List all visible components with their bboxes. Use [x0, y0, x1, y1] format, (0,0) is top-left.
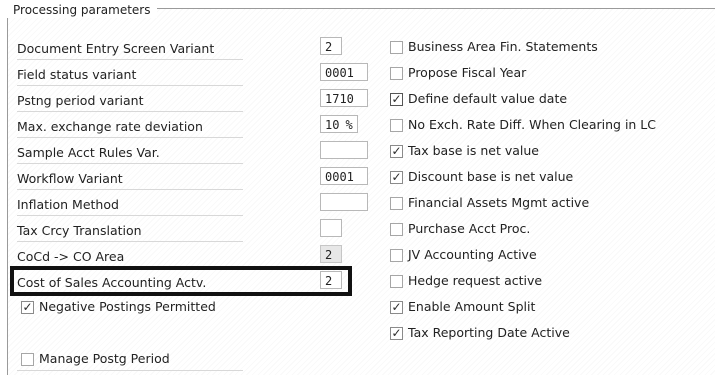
business-area-fin-statements-checkbox[interactable]: Business Area Fin. Statements — [390, 38, 598, 56]
empty-checkbox-icon — [390, 222, 403, 236]
checkbox-label: Business Area Fin. Statements — [408, 39, 598, 54]
checkbox-label: JV Accounting Active — [408, 247, 537, 262]
checkmark-icon: ✓ — [390, 144, 403, 158]
discount-base-is-net-value-checkbox[interactable]: ✓ Discount base is net value — [390, 168, 573, 186]
workflow-variant-field[interactable]: 0001 — [320, 167, 368, 185]
checkbox-label: Enable Amount Split — [408, 299, 536, 314]
checkbox-label: No Exch. Rate Diff. When Clearing in LC — [408, 117, 657, 132]
checkmark-icon: ✓ — [21, 300, 34, 314]
group-title: Processing parameters — [7, 2, 157, 18]
field-value: 0001 — [325, 66, 354, 80]
sample-acct-rules-var-field[interactable] — [320, 141, 368, 159]
field-value: 2 — [325, 40, 333, 54]
cocd-co-area-field: 2 — [320, 245, 342, 263]
percent-unit: % — [345, 118, 353, 132]
financial-assets-mgmt-active-checkbox[interactable]: Financial Assets Mgmt active — [390, 194, 589, 212]
tax-base-is-net-value-checkbox[interactable]: ✓ Tax base is net value — [390, 142, 539, 160]
empty-checkbox-icon — [390, 196, 403, 210]
checkbox-label: Manage Postg Period — [39, 351, 170, 366]
propose-fiscal-year-checkbox[interactable]: Propose Fiscal Year — [390, 64, 526, 82]
checkmark-icon: ✓ — [390, 92, 403, 106]
checkbox-label: Tax Reporting Date Active — [408, 325, 570, 340]
field-value: 0001 — [325, 170, 354, 184]
document-entry-screen-variant-field[interactable]: 2 — [320, 37, 342, 55]
enable-amount-split-checkbox[interactable]: ✓ Enable Amount Split — [390, 298, 535, 316]
label-cocd-co-area: CoCd -> CO Area — [17, 246, 243, 268]
divider — [17, 370, 243, 371]
manage-postg-period-checkbox[interactable]: Manage Postg Period — [21, 350, 170, 368]
empty-checkbox-icon — [390, 274, 403, 288]
label-sample-acct-rules-var: Sample Acct Rules Var. — [17, 142, 243, 164]
checkmark-icon: ✓ — [390, 300, 403, 314]
tax-reporting-date-active-checkbox[interactable]: ✓ Tax Reporting Date Active — [390, 324, 570, 342]
empty-checkbox-icon — [21, 352, 34, 366]
hedge-request-active-checkbox[interactable]: Hedge request active — [390, 272, 542, 290]
field-value: 2 — [325, 248, 333, 262]
empty-checkbox-icon — [390, 66, 403, 80]
field-value: 10 — [325, 118, 340, 132]
checkbox-label: Hedge request active — [408, 273, 543, 288]
label-tax-crcy-translation: Tax Crcy Translation — [17, 220, 243, 242]
label-inflation-method: Inflation Method — [17, 194, 243, 216]
jv-accounting-active-checkbox[interactable]: JV Accounting Active — [390, 246, 537, 264]
purchase-acct-proc-checkbox[interactable]: Purchase Acct Proc. — [390, 220, 530, 238]
label-document-entry-screen-variant: Document Entry Screen Variant — [17, 38, 243, 60]
tax-crcy-translation-field[interactable] — [320, 219, 342, 237]
label-pstng-period-variant: Pstng period variant — [17, 90, 243, 112]
no-exch-rate-diff-clearing-lc-checkbox[interactable]: No Exch. Rate Diff. When Clearing in LC — [390, 116, 656, 134]
label-workflow-variant: Workflow Variant — [17, 168, 243, 190]
checkmark-icon: ✓ — [390, 170, 403, 184]
empty-checkbox-icon — [390, 118, 403, 132]
negative-postings-permitted-checkbox[interactable]: ✓ Negative Postings Permitted — [21, 298, 216, 316]
checkbox-label: Tax base is net value — [408, 143, 539, 158]
define-default-value-date-checkbox[interactable]: ✓ Define default value date — [390, 90, 567, 108]
checkbox-label: Purchase Acct Proc. — [408, 221, 531, 236]
empty-checkbox-icon — [390, 248, 403, 262]
field-status-variant-field[interactable]: 0001 — [320, 63, 368, 81]
inflation-method-field[interactable] — [320, 193, 368, 211]
field-value: 1710 — [325, 92, 354, 106]
checkbox-label: Discount base is net value — [408, 169, 574, 184]
checkmark-icon: ✓ — [390, 326, 403, 340]
pstng-period-variant-field[interactable]: 1710 — [320, 89, 368, 107]
checkbox-label: Financial Assets Mgmt active — [408, 195, 590, 210]
max-exchange-rate-deviation-field[interactable]: 10% — [320, 115, 358, 133]
label-max-exchange-rate-deviation: Max. exchange rate deviation — [17, 116, 243, 138]
empty-checkbox-icon — [390, 40, 403, 54]
checkbox-label: Propose Fiscal Year — [408, 65, 527, 80]
checkbox-label: Define default value date — [408, 91, 568, 106]
checkbox-label: Negative Postings Permitted — [39, 299, 216, 314]
label-field-status-variant: Field status variant — [17, 64, 243, 86]
highlight-box — [10, 266, 352, 296]
